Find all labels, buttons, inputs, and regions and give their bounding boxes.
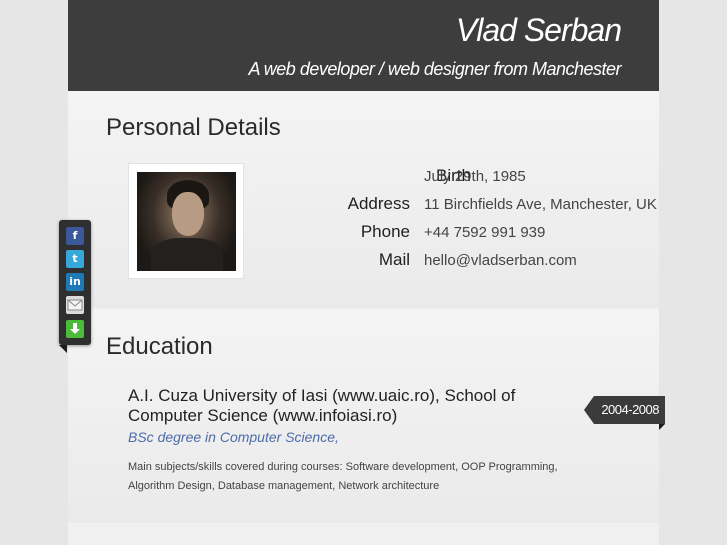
- share-sidebar: f t in: [59, 220, 91, 353]
- detail-row-phone: Phone +44 7592 991 939: [321, 222, 721, 250]
- detail-row-birth: Birth July 29th, 1985: [321, 166, 721, 194]
- twitter-icon[interactable]: t: [66, 250, 84, 268]
- resume-page: Vlad Serban A web developer / web design…: [68, 0, 659, 545]
- detail-value: 11 Birchfields Ave, Manchester, UK: [424, 196, 657, 213]
- linkedin-icon[interactable]: in: [66, 273, 84, 291]
- next-section: [68, 525, 659, 545]
- detail-label: Mail: [378, 250, 410, 269]
- education-section: Education A.I. Cuza University of Iasi (…: [68, 310, 659, 523]
- profile-photo: [137, 172, 236, 271]
- education-school: A.I. Cuza University of Iasi (www.uaic.r…: [128, 386, 516, 425]
- education-degree: BSc degree in Computer Science,: [128, 429, 339, 445]
- email-link[interactable]: hello@vladserban.com: [424, 252, 577, 269]
- profile-photo-frame: [128, 163, 244, 279]
- tagline: A web developer / web designer from Manc…: [248, 59, 621, 79]
- detail-label: Phone: [360, 222, 410, 241]
- facebook-icon[interactable]: f: [66, 227, 84, 245]
- section-title-personal: Personal Details: [106, 114, 281, 141]
- personal-details-section: Personal Details Birth July 29th, 1985 A…: [68, 91, 659, 308]
- site-name[interactable]: Vlad Serban: [456, 12, 622, 49]
- detail-value: +44 7592 991 939: [424, 224, 546, 241]
- education-description: Main subjects/skills covered during cour…: [128, 461, 558, 492]
- email-icon[interactable]: [66, 296, 84, 314]
- detail-row-address: Address 11 Birchfields Ave, Manchester, …: [321, 194, 721, 222]
- header: Vlad Serban A web developer / web design…: [68, 0, 659, 91]
- detail-row-mail: Mail hello@vladserban.com: [321, 250, 721, 278]
- detail-label: Address: [347, 194, 410, 213]
- period-badge-fold: [659, 424, 665, 430]
- detail-value: July 29th, 1985: [424, 168, 526, 185]
- download-icon[interactable]: [66, 320, 84, 338]
- section-title-education: Education: [106, 333, 213, 360]
- period-badge: 2004-2008: [584, 396, 665, 424]
